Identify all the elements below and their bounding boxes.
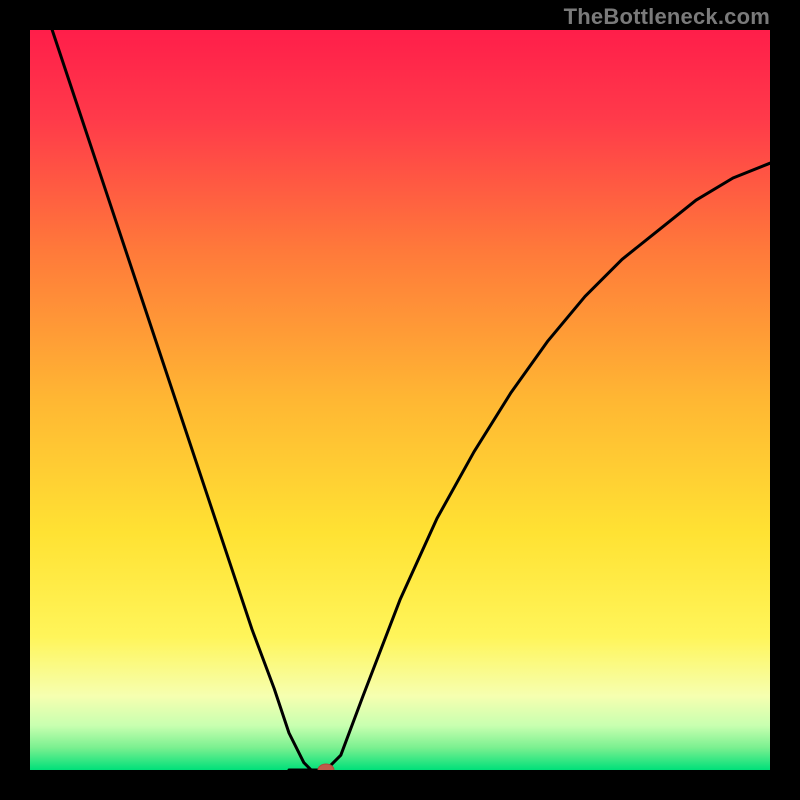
- curve-layer: [30, 30, 770, 770]
- chart-frame: TheBottleneck.com: [0, 0, 800, 800]
- curve-right: [326, 163, 770, 770]
- watermark-text: TheBottleneck.com: [564, 4, 770, 30]
- plot-area: [30, 30, 770, 770]
- curve-left: [30, 30, 311, 770]
